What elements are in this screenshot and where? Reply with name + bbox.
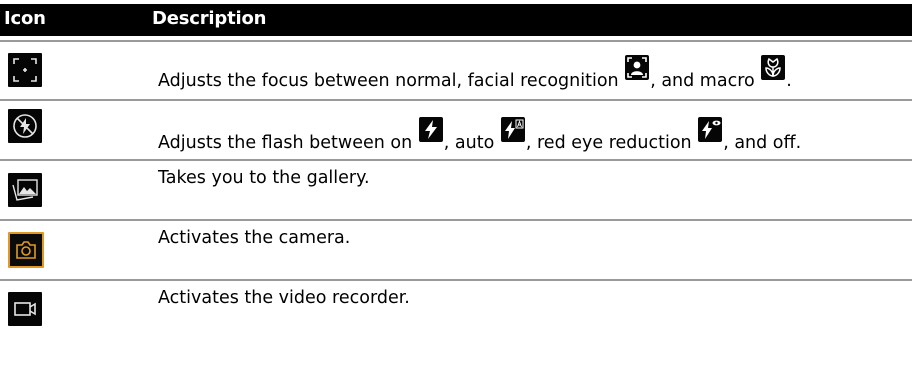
table-row: Adjusts the focus between normal, facial… bbox=[0, 42, 912, 94]
table-row: Activates the video recorder. bbox=[0, 281, 912, 337]
face-focus-icon bbox=[625, 55, 650, 80]
table-row: Takes you to the gallery. bbox=[0, 161, 912, 217]
row-description: Activates the video recorder. bbox=[158, 287, 410, 309]
flash-off-icon bbox=[8, 109, 42, 143]
macro-flower-icon bbox=[761, 55, 786, 80]
gallery-icon bbox=[8, 173, 42, 207]
camera-icon bbox=[8, 232, 44, 268]
row-description: Takes you to the gallery. bbox=[158, 167, 370, 189]
header-icon-column: Icon bbox=[4, 8, 46, 29]
flash-red-eye-icon bbox=[698, 117, 723, 142]
flash-auto-icon bbox=[500, 117, 525, 142]
table-row: Activates the camera. bbox=[0, 221, 912, 277]
desc-text: , auto bbox=[443, 133, 500, 153]
focus-frame-icon bbox=[8, 53, 42, 87]
desc-text: Activates the camera. bbox=[158, 228, 351, 248]
desc-text: , and macro bbox=[650, 71, 761, 91]
row-description: Adjusts the flash between on , auto , re… bbox=[158, 117, 802, 154]
desc-text: , and off. bbox=[723, 133, 802, 153]
desc-text: Adjusts the flash between on bbox=[158, 133, 418, 153]
video-recorder-icon bbox=[8, 292, 42, 326]
desc-text: Activates the video recorder. bbox=[158, 288, 410, 308]
desc-text: , red eye reduction bbox=[525, 133, 698, 153]
header-description-column: Description bbox=[152, 8, 267, 29]
table-row: Adjusts the flash between on , auto , re… bbox=[0, 101, 912, 157]
desc-text: Takes you to the gallery. bbox=[158, 168, 370, 188]
row-description: Adjusts the focus between normal, facial… bbox=[158, 55, 792, 92]
desc-text: . bbox=[786, 71, 792, 91]
flash-on-icon bbox=[418, 117, 443, 142]
desc-text: Adjusts the focus between normal, facial… bbox=[158, 71, 625, 91]
row-description: Activates the camera. bbox=[158, 227, 350, 249]
table-header: Icon Description bbox=[0, 4, 912, 36]
